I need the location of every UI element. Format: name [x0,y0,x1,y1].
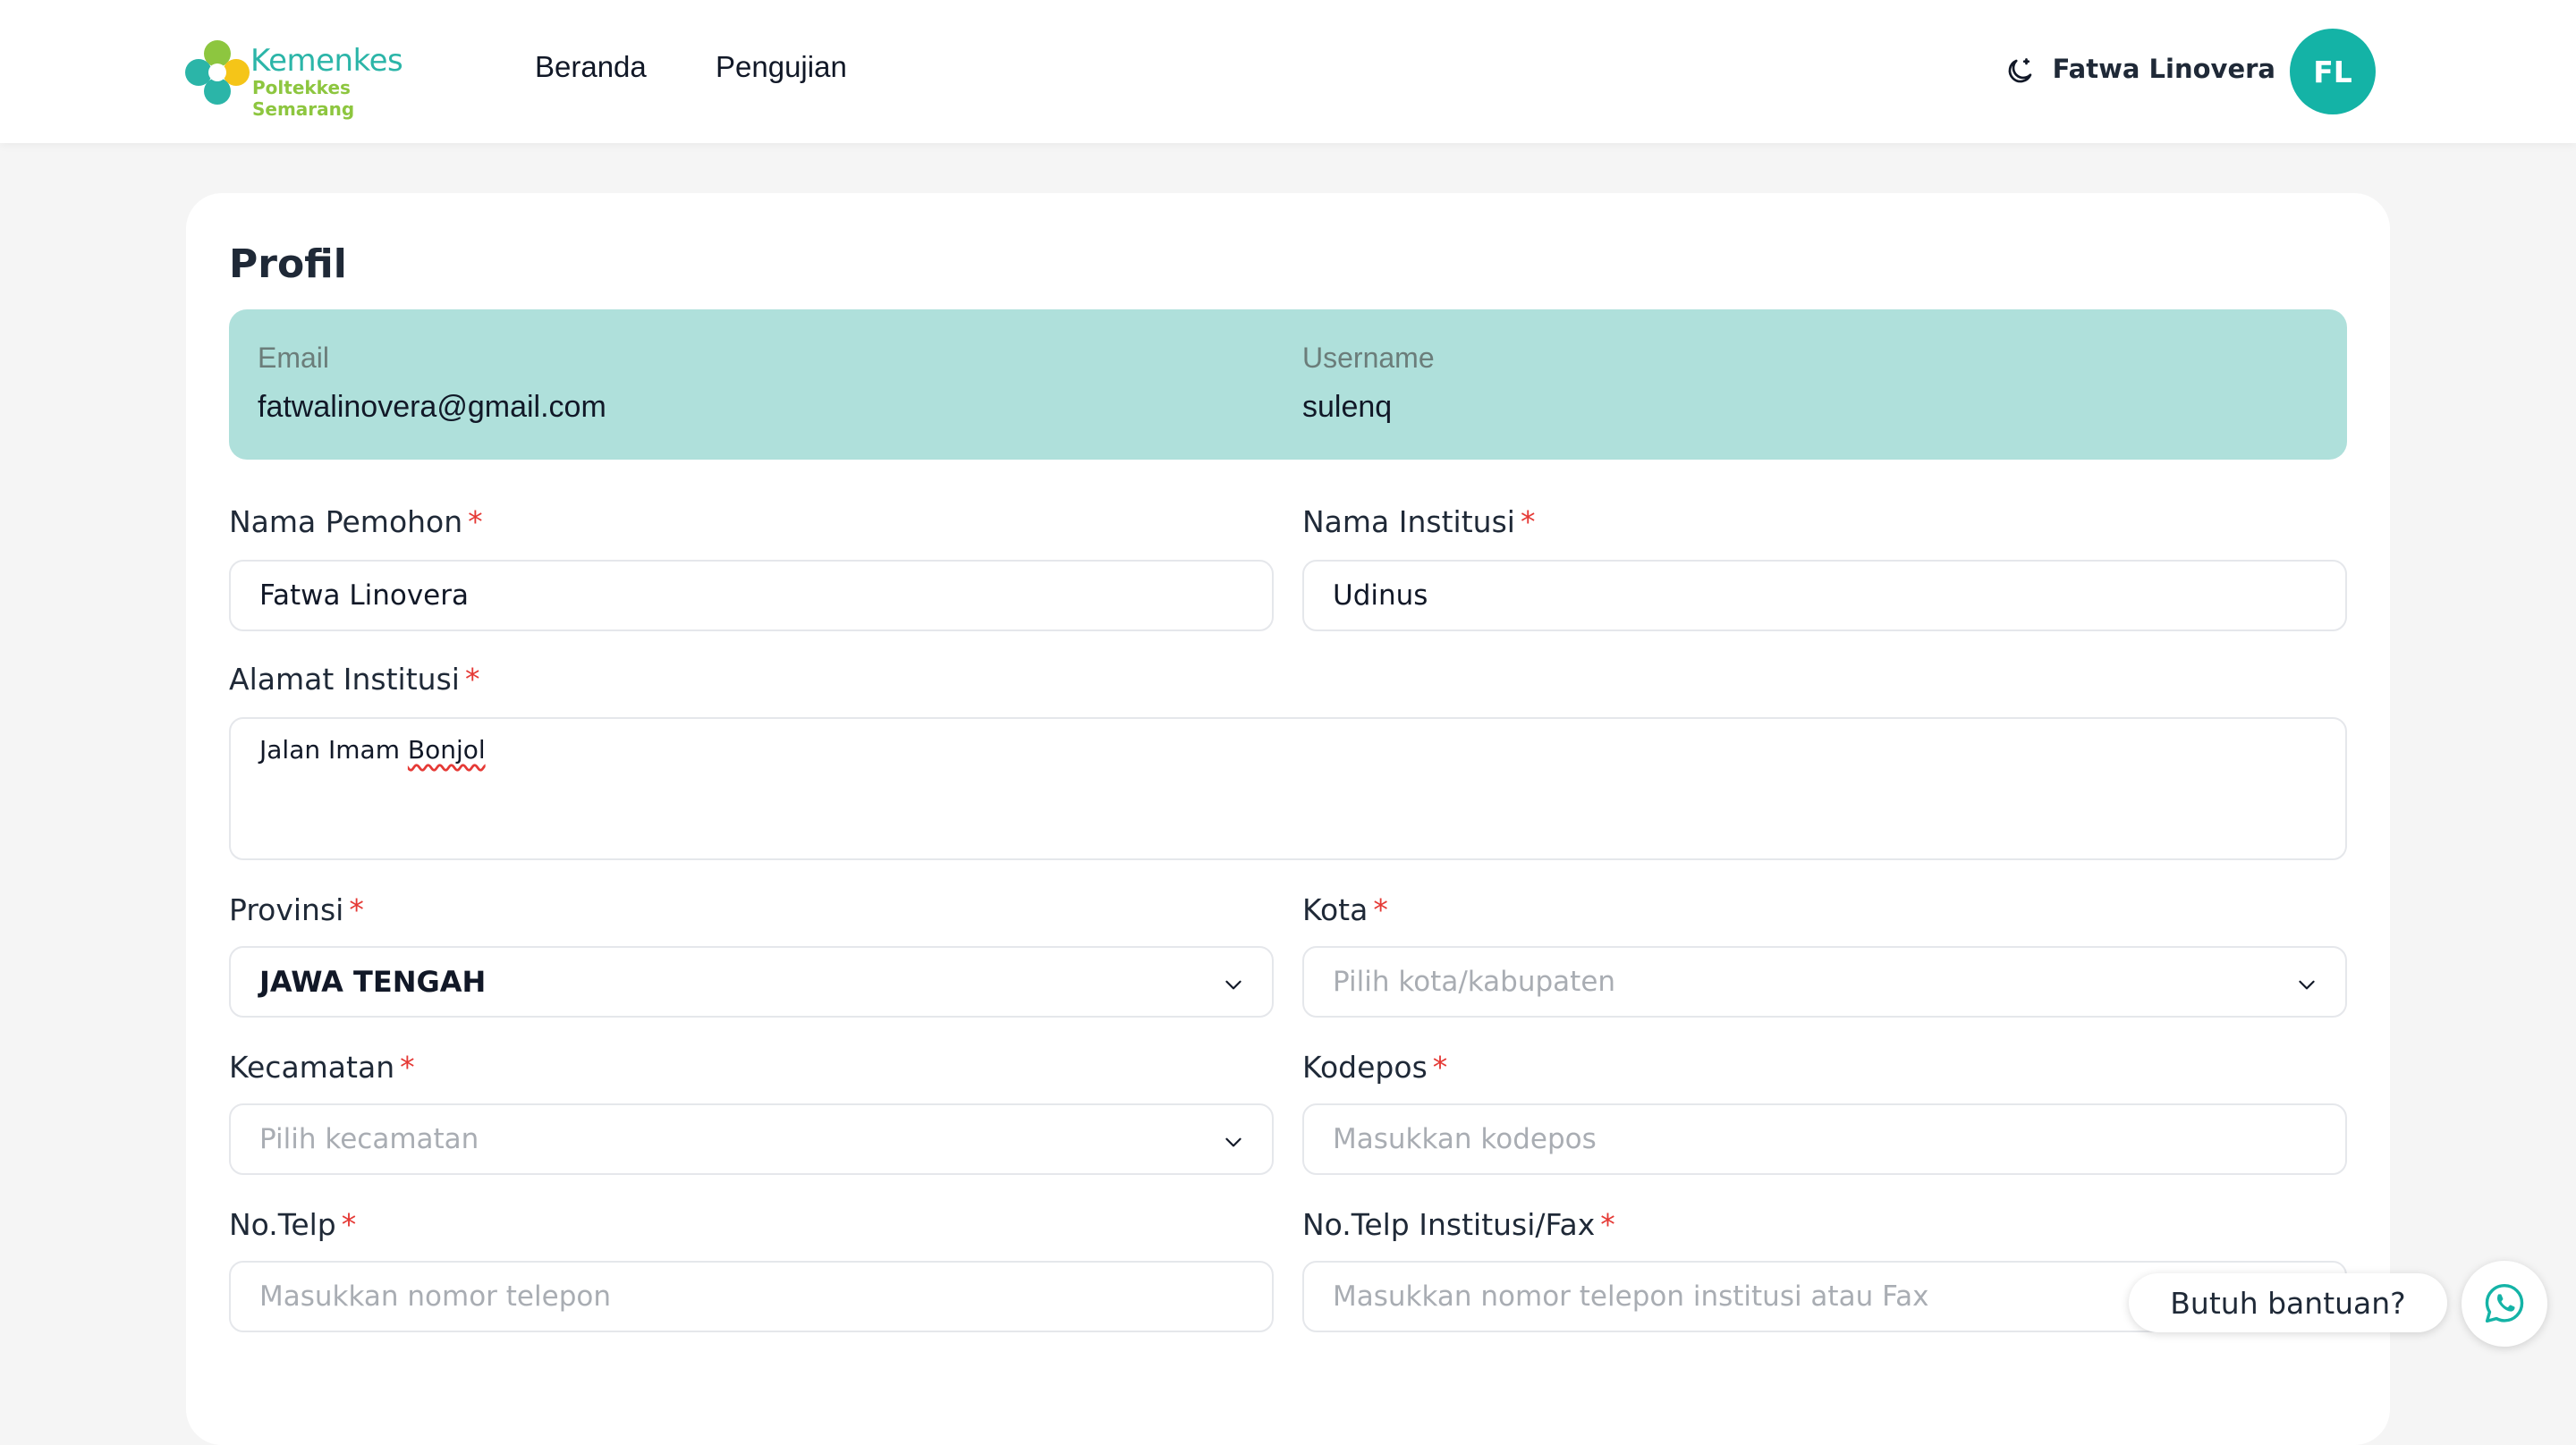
logo-title: Kemenkes [250,43,403,79]
kecamatan-select[interactable]: Pilih kecamatan [229,1103,1274,1175]
email-value: fatwalinovera@gmail.com [258,390,606,424]
alamat-institusi-label-text: Alamat Institusi [229,662,460,697]
account-info-box: Email fatwalinovera@gmail.com Username s… [229,309,2347,460]
nav-beranda[interactable]: Beranda [535,50,647,84]
required-mark: * [400,1050,415,1085]
provinsi-select[interactable]: JAWA TENGAH [229,946,1274,1018]
avatar[interactable]: FL [2290,29,2376,114]
user-name[interactable]: Fatwa Linovera [2053,54,2275,84]
nama-pemohon-input[interactable]: Fatwa Linovera [229,560,1274,631]
page-title: Profil [229,241,347,287]
kodepos-label-text: Kodepos [1302,1050,1428,1085]
required-mark: * [1432,1050,1448,1085]
provinsi-value: JAWA TENGAH [259,965,487,999]
kodepos-input[interactable]: Masukkan kodepos [1302,1103,2347,1175]
profile-card: Profil Email fatwalinovera@gmail.com Use… [186,193,2390,1445]
chevron-down-icon [2299,980,2315,990]
moon-icon[interactable] [2004,55,2036,88]
required-mark: * [1373,892,1388,927]
nav-pengujian[interactable]: Pengujian [716,50,847,84]
required-mark: * [1600,1207,1615,1242]
kecamatan-label: Kecamatan * [229,1050,415,1085]
required-mark: * [464,662,480,697]
provinsi-label-text: Provinsi [229,892,344,927]
username-label: Username [1302,342,1435,374]
nama-institusi-input[interactable]: Udinus [1302,560,2347,631]
no-telp-institusi-label-text: No.Telp Institusi/Fax [1302,1207,1596,1242]
chevron-down-icon [1225,1137,1241,1147]
kota-label-text: Kota [1302,892,1368,927]
kota-placeholder: Pilih kota/kabupaten [1333,966,1616,998]
no-telp-input[interactable]: Masukkan nomor telepon [229,1261,1274,1332]
kecamatan-label-text: Kecamatan [229,1050,395,1085]
no-telp-label-text: No.Telp [229,1207,336,1242]
nama-pemohon-label: Nama Pemohon * [229,504,483,539]
alamat-institusi-textarea[interactable]: Jalan Imam Bonjol [229,717,2347,860]
whatsapp-icon [2485,1283,2524,1323]
no-telp-label: No.Telp * [229,1207,356,1242]
chevron-down-icon [1225,980,1241,990]
nama-institusi-label-text: Nama Institusi [1302,504,1515,539]
nama-pemohon-label-text: Nama Pemohon [229,504,463,539]
required-mark: * [1520,504,1536,539]
username-value: sulenq [1302,390,1393,424]
alamat-institusi-label: Alamat Institusi * [229,662,479,697]
required-mark: * [341,1207,357,1242]
required-mark: * [349,892,364,927]
kemenkes-logo[interactable]: Kemenkes Poltekkes Semarang [184,39,453,120]
no-telp-institusi-label: No.Telp Institusi/Fax * [1302,1207,1615,1242]
kota-label: Kota * [1302,892,1388,927]
logo-subtitle: Poltekkes Semarang [252,77,355,120]
required-mark: * [468,504,483,539]
whatsapp-button[interactable] [2462,1261,2547,1347]
email-label: Email [258,342,330,374]
nama-institusi-label: Nama Institusi * [1302,504,1535,539]
kecamatan-placeholder: Pilih kecamatan [259,1123,479,1155]
alamat-misspelled-word: Bonjol [407,735,486,765]
provinsi-label: Provinsi * [229,892,364,927]
kodepos-label: Kodepos * [1302,1050,1447,1085]
top-navbar: Kemenkes Poltekkes Semarang Beranda Peng… [0,0,2576,143]
kota-select[interactable]: Pilih kota/kabupaten [1302,946,2347,1018]
logo-mark-icon [185,40,250,105]
help-bubble[interactable]: Butuh bantuan? [2129,1273,2447,1332]
alamat-text: Jalan Imam [259,735,408,765]
